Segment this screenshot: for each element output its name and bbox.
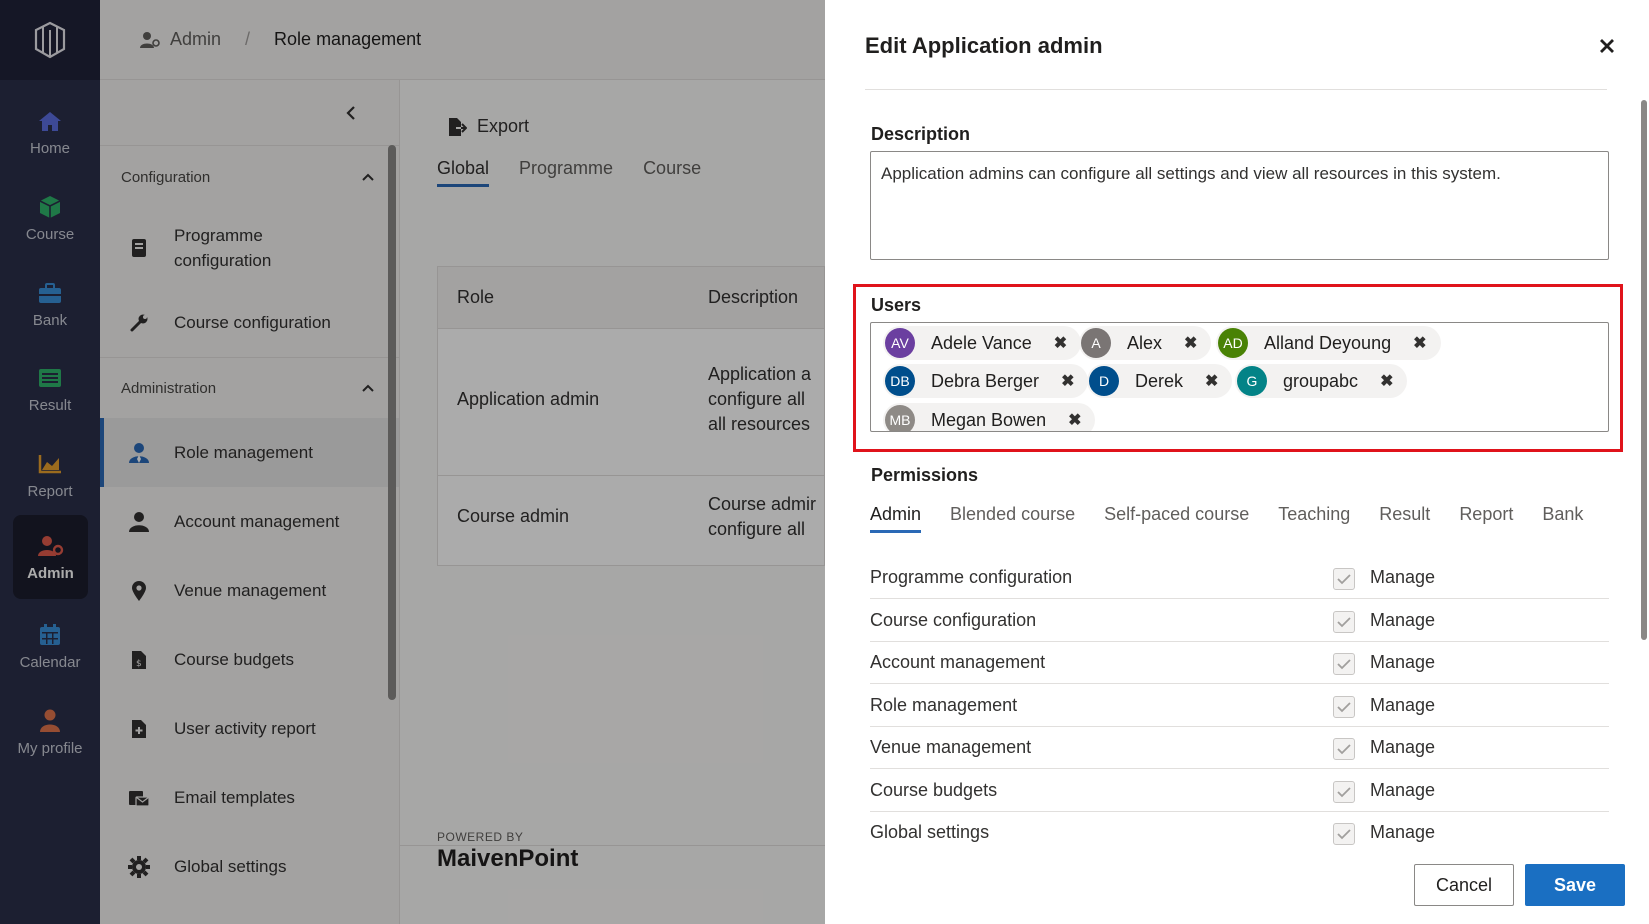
perm-tab-self-paced-course[interactable]: Self-paced course [1104, 504, 1249, 533]
manage-checkbox[interactable] [1333, 780, 1355, 803]
permission-level: Manage [1370, 737, 1436, 757]
permission-row: Programme configuration Manage [870, 557, 1609, 599]
permission-row: Course budgets Manage [870, 770, 1609, 812]
cancel-button[interactable]: Cancel [1414, 864, 1514, 906]
permission-row: Global settings Manage [870, 812, 1609, 854]
close-button[interactable] [1595, 34, 1619, 58]
perm-tab-result[interactable]: Result [1379, 504, 1430, 533]
permission-name: Global settings [870, 822, 990, 842]
manage-checkbox[interactable] [1333, 823, 1355, 845]
perm-tab-bank[interactable]: Bank [1542, 504, 1583, 533]
description-label: Description [871, 124, 971, 144]
checkmark-icon [1337, 744, 1351, 755]
close-icon [1600, 39, 1614, 53]
description-field[interactable]: Application admins can configure all set… [870, 151, 1609, 260]
save-button[interactable]: Save [1525, 864, 1625, 906]
permission-level: Manage [1370, 822, 1436, 842]
manage-checkbox[interactable] [1333, 568, 1355, 590]
permissions-label: Permissions [871, 465, 979, 485]
edit-role-panel: Edit Application admin Description Appli… [825, 0, 1649, 924]
permission-row: Course configuration Manage [870, 600, 1609, 642]
permission-level: Manage [1370, 779, 1436, 800]
permission-row: Role management Manage [870, 685, 1609, 727]
perm-tab-blended-course[interactable]: Blended course [950, 504, 1075, 533]
manage-checkbox[interactable] [1333, 738, 1355, 760]
checkmark-icon [1337, 574, 1351, 585]
checkmark-icon [1337, 701, 1351, 712]
permission-name: Course budgets [870, 779, 998, 800]
manage-checkbox[interactable] [1333, 695, 1355, 718]
manage-checkbox[interactable] [1333, 610, 1355, 633]
checkmark-icon [1337, 659, 1351, 670]
title-divider [865, 89, 1607, 90]
perm-tab-teaching[interactable]: Teaching [1278, 504, 1350, 533]
permission-tabs: Admin Blended course Self-paced course Teac… [870, 504, 1612, 533]
permission-row: Account management Manage [870, 642, 1609, 684]
panel-scrollbar[interactable] [1641, 100, 1647, 640]
permission-level: Manage [1370, 567, 1436, 587]
permission-name: Role management [870, 694, 1018, 715]
permission-name: Venue management [870, 737, 1032, 757]
perm-tab-admin[interactable]: Admin [870, 504, 922, 533]
checkmark-icon [1337, 616, 1351, 627]
users-highlight-box [853, 284, 1623, 452]
checkmark-icon [1337, 829, 1351, 840]
permission-level: Manage [1370, 652, 1436, 672]
permission-row: Venue management Manage [870, 727, 1609, 769]
manage-checkbox[interactable] [1333, 653, 1355, 675]
perm-tab-report[interactable]: Report [1459, 504, 1513, 533]
modal-overlay[interactable] [0, 0, 825, 924]
permission-level: Manage [1370, 609, 1436, 630]
permission-name: Programme configuration [870, 567, 1073, 587]
panel-title: Edit Application admin [865, 33, 1103, 58]
permission-name: Account management [870, 652, 1046, 672]
permission-level: Manage [1370, 694, 1436, 715]
checkmark-icon [1337, 786, 1351, 797]
permission-name: Course configuration [870, 609, 1037, 630]
